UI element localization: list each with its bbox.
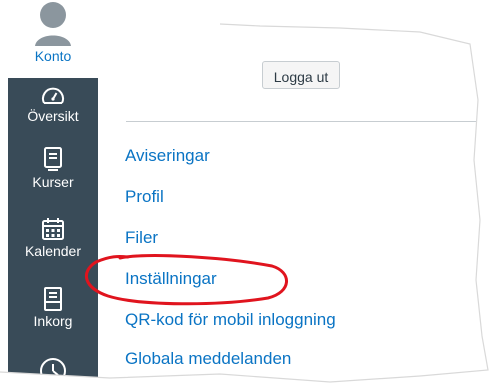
nav-item-courses[interactable]: Kurser [8,146,98,190]
book-icon [44,147,62,171]
nav-item-history[interactable] [8,356,98,388]
account-tray: Logga ut Aviseringar Profil Filer Instäl… [98,0,500,389]
nav-account-label: Konto [34,48,72,64]
link-files[interactable]: Filer [125,228,158,248]
link-settings[interactable]: Inställningar [125,269,217,289]
screenshot-frame: Konto Översikt Kurser Kalender Inkorg Lo… [0,0,500,389]
link-global-announcements[interactable]: Globala meddelanden [125,349,291,369]
nav-item-dashboard[interactable]: Översikt [8,84,98,124]
nav-dashboard-label: Översikt [27,108,79,124]
inbox-icon [44,287,62,311]
global-navigation: Konto Översikt Kurser Kalender Inkorg [8,0,98,389]
menu-divider [126,121,478,122]
nav-calendar-label: Kalender [24,243,82,259]
nav-inbox-label: Inkorg [33,313,73,329]
avatar-icon [35,2,71,46]
dashboard-icon [42,87,64,104]
logout-button[interactable]: Logga ut [262,61,340,89]
nav-courses-label: Kurser [32,174,74,190]
link-profile[interactable]: Profil [125,187,164,207]
link-notifications[interactable]: Aviseringar [125,146,210,166]
nav-item-calendar[interactable]: Kalender [8,217,98,259]
clock-icon [40,358,66,384]
calendar-icon [42,218,64,240]
nav-item-account[interactable]: Konto [8,0,98,64]
link-qr-login[interactable]: QR-kod för mobil inloggning [125,310,336,330]
nav-item-inbox[interactable]: Inkorg [8,287,98,329]
